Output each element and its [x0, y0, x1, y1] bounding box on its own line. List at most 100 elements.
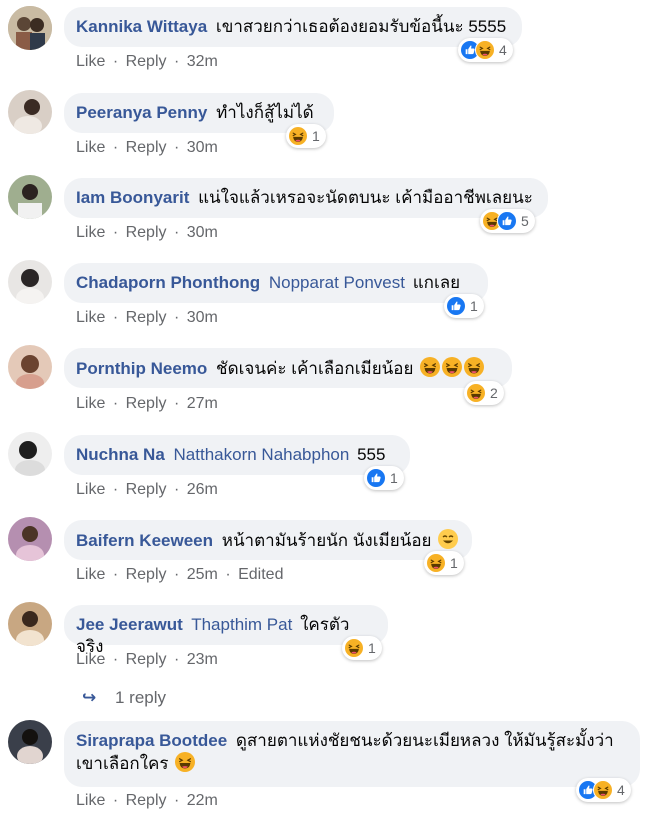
reply-link[interactable]: Reply: [126, 395, 167, 412]
like-link[interactable]: Like: [76, 139, 105, 156]
view-replies-link[interactable]: ↪ 1 reply: [82, 688, 166, 708]
reaction-summary[interactable]: 1: [286, 124, 326, 148]
comment-actions: Like · Reply · 25m · Edited: [76, 566, 286, 584]
haha-reaction-icon: [288, 126, 308, 146]
mention-link[interactable]: Thapthim Pat: [191, 615, 292, 634]
mention-link[interactable]: Natthakorn Nahabphon: [174, 445, 350, 464]
reaction-count: 1: [312, 128, 320, 144]
comment-author[interactable]: Siraprapa Bootdee: [76, 731, 227, 750]
comment-text: ทำไงก็สู้ไม่ได้: [216, 103, 314, 122]
comment-time[interactable]: 26m: [187, 481, 218, 498]
comment-time[interactable]: 32m: [187, 53, 218, 70]
comment-bubble: Siraprapa Bootdee ดูสายตาแห่งชัยชนะด้วยน…: [64, 721, 640, 787]
comment-time[interactable]: 30m: [187, 224, 218, 241]
comment-actions: Like · Reply · 26m: [76, 481, 221, 499]
comment-author[interactable]: Jee Jeerawut: [76, 615, 183, 634]
reaction-summary[interactable]: 2: [464, 381, 504, 405]
separator: ·: [173, 53, 180, 70]
comment-time[interactable]: 30m: [187, 309, 218, 326]
reply-link[interactable]: Reply: [126, 566, 167, 583]
comment-author[interactable]: Kannika Wittaya: [76, 17, 207, 36]
reply-link[interactable]: Reply: [126, 139, 167, 156]
separator: ·: [112, 53, 119, 70]
avatar[interactable]: [8, 345, 52, 389]
separator: ·: [173, 139, 180, 156]
reaction-summary[interactable]: 4: [458, 38, 513, 62]
rolling-laughing-emoji-icon: [175, 752, 196, 772]
comment-bubble: Nuchna Na Natthakorn Nahabphon 555: [64, 435, 410, 475]
like-link[interactable]: Like: [76, 651, 105, 668]
reaction-count: 1: [368, 640, 376, 656]
comment-actions: Like · Reply · 22m: [76, 792, 221, 810]
separator: ·: [112, 395, 119, 412]
reaction-summary[interactable]: 1: [342, 636, 382, 660]
reply-link[interactable]: Reply: [126, 309, 167, 326]
avatar[interactable]: [8, 602, 52, 646]
haha-reaction-icon: [593, 780, 613, 800]
view-replies-label[interactable]: 1 reply: [115, 688, 166, 707]
haha-reaction-icon: [475, 40, 495, 60]
comment-author[interactable]: Iam Boonyarit: [76, 188, 189, 207]
comment-text: ชัดเจนค่ะ เค้าเลือกเมียน้อย: [216, 359, 414, 378]
separator: ·: [112, 651, 119, 668]
comment-author[interactable]: Baifern Keeween: [76, 531, 213, 550]
rolling-laughing-emoji-icon: [420, 357, 441, 377]
comment-text: ดูสายตาแห่งชัยชนะด้วยนะเมียหลวง ให้มันรู…: [235, 731, 614, 750]
avatar[interactable]: [8, 720, 52, 764]
separator: ·: [112, 481, 119, 498]
like-link[interactable]: Like: [76, 792, 105, 809]
avatar[interactable]: [8, 6, 52, 50]
reply-link[interactable]: Reply: [126, 792, 167, 809]
comment-text: เขาสวยกว่าเธอต้องยอมรับข้อนี้นะ 5555: [215, 17, 507, 36]
comment-time[interactable]: 30m: [187, 139, 218, 156]
avatar[interactable]: [8, 175, 52, 219]
reaction-summary[interactable]: 1: [364, 466, 404, 490]
avatar[interactable]: [8, 432, 52, 476]
edited-label[interactable]: Edited: [238, 566, 283, 583]
comment-text-continued: เขาเลือกใคร: [76, 754, 169, 773]
comment-author[interactable]: Peeranya Penny: [76, 103, 207, 122]
comment-author[interactable]: Pornthip Neemo: [76, 359, 207, 378]
comment-bubble: Kannika Wittaya เขาสวยกว่าเธอต้องยอมรับข…: [64, 7, 522, 47]
reply-link[interactable]: Reply: [126, 481, 167, 498]
comment-author[interactable]: Nuchna Na: [76, 445, 165, 464]
like-reaction-icon: [446, 296, 466, 316]
comment-text: แกเลย: [412, 273, 461, 292]
like-link[interactable]: Like: [76, 224, 105, 241]
like-link[interactable]: Like: [76, 566, 105, 583]
like-link[interactable]: Like: [76, 53, 105, 70]
avatar[interactable]: [8, 90, 52, 134]
reply-link[interactable]: Reply: [126, 224, 167, 241]
like-reaction-icon: [497, 211, 517, 231]
reaction-count: 1: [450, 555, 458, 571]
reaction-summary[interactable]: 4: [576, 778, 631, 802]
avatar[interactable]: [8, 260, 52, 304]
comment-time[interactable]: 25m: [187, 566, 218, 583]
comment-actions: Like · Reply · 30m: [76, 139, 221, 157]
separator: ·: [112, 139, 119, 156]
reaction-summary[interactable]: 1: [444, 294, 484, 318]
reaction-summary[interactable]: 5: [480, 209, 535, 233]
comment-author[interactable]: Chadaporn Phonthong: [76, 273, 260, 292]
comment-bubble: Baifern Keeween หน้าตามันร้ายนัก นังเมีย…: [64, 520, 472, 560]
mention-link[interactable]: Nopparat Ponvest: [269, 273, 405, 292]
comment-time[interactable]: 27m: [187, 395, 218, 412]
separator: ·: [173, 792, 180, 809]
reaction-summary[interactable]: 1: [424, 551, 464, 575]
comment-time[interactable]: 22m: [187, 792, 218, 809]
like-link[interactable]: Like: [76, 395, 105, 412]
reaction-count: 4: [617, 782, 625, 798]
avatar[interactable]: [8, 517, 52, 561]
like-link[interactable]: Like: [76, 309, 105, 326]
reply-link[interactable]: Reply: [126, 53, 167, 70]
separator: ·: [173, 481, 180, 498]
reply-arrow-icon: ↪: [82, 688, 97, 707]
rolling-laughing-emoji-icon: [442, 357, 463, 377]
like-link[interactable]: Like: [76, 481, 105, 498]
separator: ·: [112, 309, 119, 326]
comment-text: แน่ใจแล้วเหรอจะนัดตบนะ เค้ามืออาชีพเลยนะ: [198, 188, 533, 207]
reply-link[interactable]: Reply: [126, 651, 167, 668]
haha-reaction-icon: [426, 553, 446, 573]
comment-time[interactable]: 23m: [187, 651, 218, 668]
comment-actions: Like · Reply · 23m: [76, 651, 221, 669]
